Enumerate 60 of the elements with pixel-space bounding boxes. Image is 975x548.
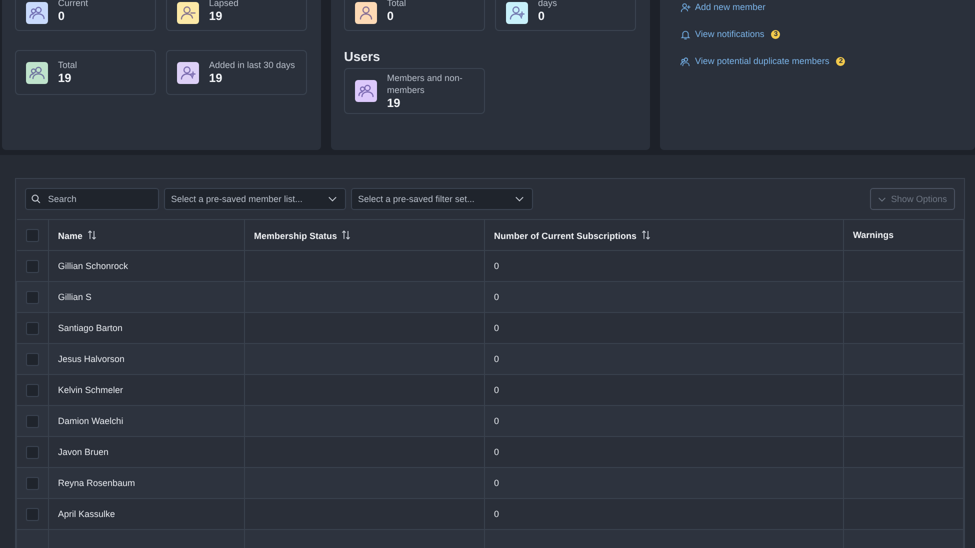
- checkbox[interactable]: [26, 322, 39, 334]
- dropdown[interactable]: Select a pre-saved member list...: [164, 188, 346, 210]
- stat-value: 0: [58, 9, 66, 24]
- table-cell: 0: [494, 354, 500, 364]
- action-link[interactable]: Add new member: [695, 2, 766, 12]
- table-cell: 0: [494, 509, 500, 519]
- checkbox[interactable]: [26, 414, 39, 428]
- stat-label: Total: [58, 59, 78, 71]
- table-cell: Gillian S: [58, 292, 92, 302]
- action-link[interactable]: View potential duplicate members: [695, 56, 830, 66]
- checkbox[interactable]: [26, 260, 39, 272]
- stat-value: 0: [538, 9, 546, 24]
- table-cell: 0: [494, 478, 500, 488]
- column-header[interactable]: Warnings: [844, 220, 964, 250]
- stat-label: Current: [58, 0, 88, 9]
- table-cell: 0: [494, 261, 500, 271]
- table-cell: 0: [494, 385, 500, 395]
- checkbox[interactable]: [26, 290, 39, 304]
- table-cell: April Kassulke: [58, 509, 116, 519]
- search-field[interactable]: Search: [25, 188, 159, 210]
- table-cell: 0: [494, 416, 500, 426]
- table-cell: Santiago Barton: [58, 323, 123, 333]
- sort-icon: [341, 230, 352, 240]
- person-plus-icon: [680, 2, 691, 12]
- sort-icon: [86, 230, 97, 240]
- column-header[interactable]: Membership Status: [244, 220, 484, 250]
- dropdown[interactable]: Select a pre-saved filter set...: [351, 188, 533, 210]
- people-icon: [680, 56, 691, 66]
- stat-value: 19: [209, 71, 224, 86]
- table-cell: 0: [494, 292, 500, 302]
- stat-value: 19: [58, 71, 72, 86]
- search-icon: [31, 194, 41, 204]
- checkbox[interactable]: [26, 384, 39, 396]
- table-cell: Gillian Schonrock: [58, 261, 128, 271]
- column-header[interactable]: Number of Current Subscriptions: [484, 220, 844, 250]
- bell-icon: [680, 28, 691, 40]
- column-header[interactable]: Name: [48, 220, 244, 250]
- stat-value: 19: [387, 96, 402, 110]
- table-cell: 0: [494, 323, 500, 333]
- checkbox[interactable]: [26, 352, 39, 366]
- checkbox[interactable]: [26, 508, 39, 520]
- table-cell: Kelvin Schmeler: [58, 385, 124, 395]
- table-cell: Damion Waelchi: [58, 416, 124, 426]
- stat-label: Added in last 30 days: [209, 59, 296, 71]
- table-cell: Javon Bruen: [58, 447, 109, 457]
- chevron-down-icon: [878, 196, 886, 202]
- checkbox[interactable]: [26, 228, 39, 242]
- stat-value: 19: [209, 9, 224, 24]
- action-link[interactable]: View notifications: [695, 29, 764, 39]
- checkbox[interactable]: [26, 476, 39, 490]
- table-cell: Jesus Halvorson: [58, 354, 125, 364]
- checkbox[interactable]: [26, 446, 39, 458]
- table-cell: Reyna Rosenbaum: [58, 478, 136, 488]
- table-cell: 0: [494, 447, 500, 457]
- chevron-down-icon: [515, 196, 524, 202]
- stat-value: 0: [387, 9, 395, 24]
- section-heading: Users: [344, 49, 382, 64]
- sort-icon: [640, 230, 651, 240]
- stat-label: Members and non-members: [387, 72, 464, 96]
- chevron-down-icon: [328, 196, 337, 202]
